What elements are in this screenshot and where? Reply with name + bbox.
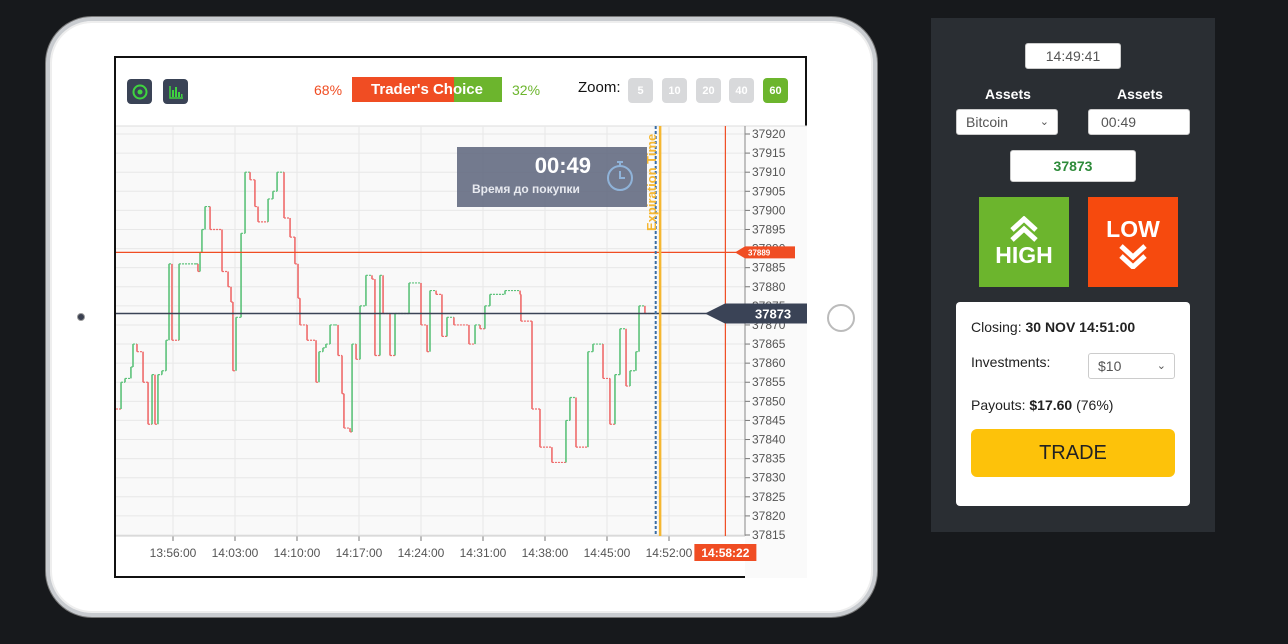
home-button[interactable] bbox=[827, 304, 855, 332]
y-tick-label: 37860 bbox=[752, 356, 786, 370]
current-price-label: 37873 bbox=[755, 306, 791, 321]
y-tick-label: 37845 bbox=[752, 413, 786, 427]
closing-row: Closing: 30 NOV 14:51:00 bbox=[971, 319, 1135, 335]
end-time-label: 14:58:22 bbox=[701, 546, 749, 560]
y-tick-label: 37855 bbox=[752, 375, 786, 389]
y-tick-label: 37895 bbox=[752, 222, 786, 236]
order-card: Closing: 30 NOV 14:51:00 Investments: $1… bbox=[956, 302, 1190, 506]
payouts-row: Payouts: $17.60 (76%) bbox=[971, 397, 1113, 413]
stopwatch-icon bbox=[607, 161, 633, 191]
asset-select[interactable]: Bitcoin ⌄ bbox=[956, 109, 1058, 135]
trade-button[interactable]: TRADE bbox=[971, 429, 1175, 477]
chevron-down-icon: ⌄ bbox=[1156, 360, 1166, 372]
payouts-label: Payouts: bbox=[971, 397, 1026, 413]
time-label: Assets bbox=[1117, 86, 1163, 102]
y-tick-label: 37920 bbox=[752, 127, 786, 141]
y-tick-label: 37915 bbox=[752, 146, 786, 160]
y-tick-label: 37910 bbox=[752, 165, 786, 179]
low-button[interactable]: LOW bbox=[1088, 197, 1178, 287]
closing-label: Closing: bbox=[971, 319, 1022, 335]
x-tick-label: 14:31:00 bbox=[460, 546, 507, 560]
closing-value: 30 NOV 14:51:00 bbox=[1025, 319, 1136, 335]
double-chevron-down-icon bbox=[1119, 243, 1147, 269]
payout-value: $17.60 bbox=[1029, 397, 1073, 413]
trading-screen: 68% Trader's Choice 32% Zoom: 5 10 20 40… bbox=[114, 56, 807, 578]
y-tick-label: 37820 bbox=[752, 509, 786, 523]
asset-select-value: Bitcoin bbox=[966, 114, 1009, 130]
low-label: LOW bbox=[1106, 215, 1160, 242]
chevron-down-icon: ⌄ bbox=[1039, 116, 1049, 128]
asset-label: Assets bbox=[985, 86, 1031, 102]
x-tick-label: 14:03:00 bbox=[212, 546, 259, 560]
investment-value: $10 bbox=[1098, 358, 1122, 374]
y-tick-label: 37900 bbox=[752, 203, 786, 217]
x-tick-label: 14:52:00 bbox=[646, 546, 693, 560]
timer-label: Время до покупки bbox=[472, 182, 580, 196]
y-tick-label: 37885 bbox=[752, 261, 786, 275]
timer-value: 00:49 bbox=[534, 153, 591, 178]
y-tick-label: 37825 bbox=[752, 490, 786, 504]
y-tick-label: 37905 bbox=[752, 184, 786, 198]
x-tick-label: 14:45:00 bbox=[584, 546, 631, 560]
double-chevron-up-icon bbox=[1010, 215, 1038, 242]
y-tick-label: 37850 bbox=[752, 394, 786, 408]
clock-field: 14:49:41 bbox=[1025, 43, 1121, 69]
high-label: HIGH bbox=[995, 241, 1053, 268]
x-tick-label: 13:56:00 bbox=[150, 546, 197, 560]
purchase-timer: 00:49 Время до покупки bbox=[457, 147, 647, 207]
investment-select[interactable]: $10 ⌄ bbox=[1088, 353, 1175, 379]
payout-percent: (76%) bbox=[1076, 397, 1114, 413]
x-tick-label: 14:38:00 bbox=[522, 546, 569, 560]
y-tick-label: 37865 bbox=[752, 337, 786, 351]
x-tick-label: 14:17:00 bbox=[336, 546, 383, 560]
camera-icon bbox=[77, 313, 85, 321]
x-tick-label: 14:10:00 bbox=[274, 546, 321, 560]
y-tick-label: 37830 bbox=[752, 471, 786, 485]
y-tick-label: 37840 bbox=[752, 433, 786, 447]
strike-price-label: 37889 bbox=[748, 248, 771, 257]
x-tick-label: 14:24:00 bbox=[398, 546, 445, 560]
y-tick-label: 37880 bbox=[752, 280, 786, 294]
high-button[interactable]: HIGH bbox=[979, 197, 1069, 287]
expiry-time-field[interactable]: 00:49 bbox=[1088, 109, 1190, 135]
y-tick-label: 37815 bbox=[752, 528, 786, 542]
current-price-field: 37873 bbox=[1010, 150, 1136, 182]
y-tick-label: 37835 bbox=[752, 452, 786, 466]
investments-label: Investments: bbox=[971, 354, 1051, 370]
price-chart[interactable]: 3792037915379103790537900378953789037885… bbox=[116, 58, 807, 578]
trade-panel: 14:49:41 Assets Assets Bitcoin ⌄ 00:49 3… bbox=[931, 18, 1215, 532]
